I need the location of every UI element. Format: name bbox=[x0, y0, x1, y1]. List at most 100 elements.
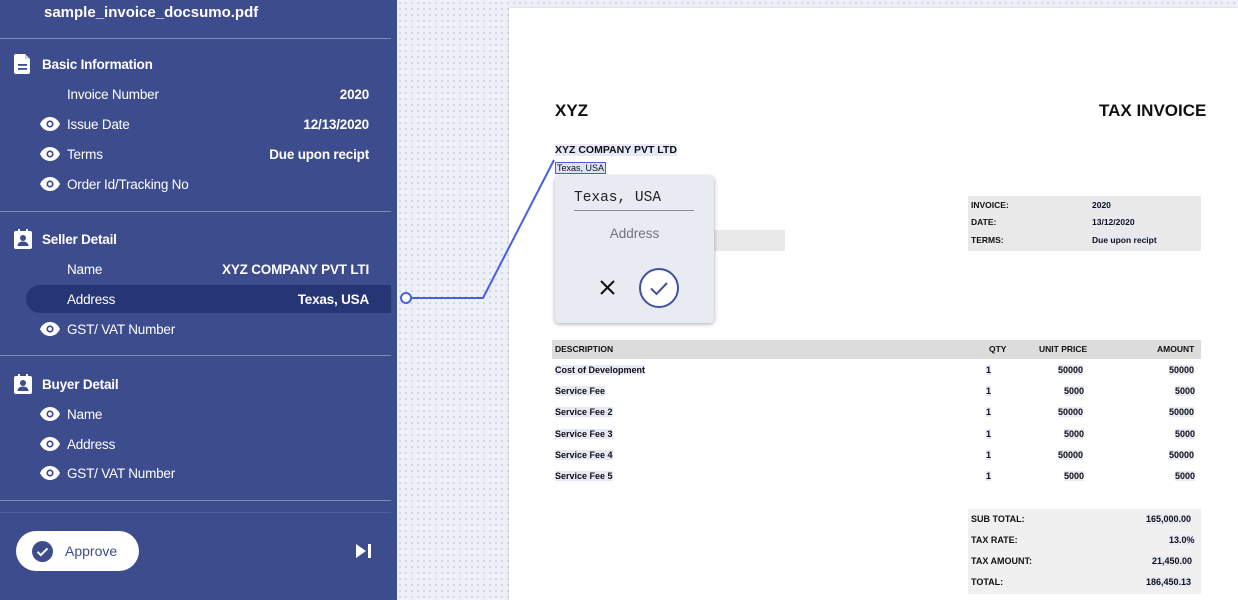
field-label: Name bbox=[67, 406, 103, 422]
section-seller-detail[interactable]: Seller Detail bbox=[14, 229, 117, 249]
item-qty[interactable]: 1 bbox=[986, 450, 992, 460]
total-label: TAX RATE: bbox=[971, 535, 1018, 545]
item-qty[interactable]: 1 bbox=[986, 429, 992, 439]
close-icon[interactable] bbox=[599, 279, 616, 296]
document-icon bbox=[14, 54, 30, 74]
item-amount[interactable]: 5000 bbox=[1175, 386, 1196, 396]
total-label: TOTAL: bbox=[971, 577, 1004, 587]
item-qty[interactable]: 1 bbox=[986, 386, 992, 396]
field-label: GST/ VAT Number bbox=[67, 321, 176, 337]
field-value: XYZ COMPANY PVT LTI bbox=[222, 261, 369, 277]
eye-icon[interactable] bbox=[40, 437, 60, 451]
meta-label: DATE: bbox=[971, 217, 997, 227]
total-label: SUB TOTAL: bbox=[971, 514, 1025, 524]
eye-icon[interactable] bbox=[40, 322, 60, 336]
field-value: Texas, USA bbox=[297, 291, 369, 307]
field-row-seller-address[interactable]: Address Texas, USA bbox=[26, 285, 391, 313]
field-connector-line bbox=[400, 159, 555, 304]
item-amount[interactable]: 50000 bbox=[1169, 407, 1195, 417]
approve-label: Approve bbox=[65, 543, 118, 559]
eye-icon[interactable] bbox=[40, 147, 60, 161]
divider bbox=[0, 500, 391, 501]
item-qty[interactable]: 1 bbox=[986, 407, 992, 417]
field-label: Name bbox=[67, 261, 103, 277]
check-circle-icon bbox=[32, 540, 53, 562]
contact-icon bbox=[14, 229, 32, 249]
eye-icon[interactable] bbox=[40, 466, 60, 480]
eye-icon[interactable] bbox=[40, 407, 60, 421]
field-label: Address bbox=[67, 436, 116, 452]
field-label: Order Id/Tracking No bbox=[67, 176, 189, 192]
item-unit-price[interactable]: 50000 bbox=[1058, 450, 1084, 460]
field-edit-popup: Address bbox=[555, 176, 714, 323]
item-unit-price[interactable]: 5000 bbox=[1064, 471, 1085, 481]
item-amount[interactable]: 5000 bbox=[1175, 471, 1196, 481]
section-title: Basic Information bbox=[42, 56, 153, 72]
field-row-buyer-name[interactable]: Name bbox=[26, 400, 391, 428]
company-short: XYZ bbox=[555, 101, 589, 120]
field-row-buyer-gst[interactable]: GST/ VAT Number bbox=[26, 459, 391, 487]
item-qty[interactable]: 1 bbox=[986, 365, 992, 375]
field-row-seller-name[interactable]: Name XYZ COMPANY PVT LTI bbox=[26, 255, 391, 283]
field-row-order-id[interactable]: Order Id/Tracking No bbox=[26, 170, 391, 198]
col-amount: AMOUNT bbox=[1157, 344, 1195, 354]
item-amount[interactable]: 50000 bbox=[1169, 450, 1195, 460]
review-sidebar: sample_invoice_docsumo.pdf Basic Informa… bbox=[0, 0, 397, 600]
meta-value[interactable]: 2020 bbox=[1092, 200, 1111, 210]
section-basic-information[interactable]: Basic Information bbox=[14, 54, 153, 74]
total-label: TAX AMOUNT: bbox=[971, 556, 1032, 566]
file-name: sample_invoice_docsumo.pdf bbox=[44, 4, 259, 21]
divider bbox=[0, 211, 391, 212]
field-value: 12/13/2020 bbox=[303, 116, 369, 132]
divider bbox=[0, 38, 391, 39]
item-qty[interactable]: 1 bbox=[986, 471, 992, 481]
blank-box bbox=[712, 230, 785, 251]
eye-icon[interactable] bbox=[40, 117, 60, 131]
item-unit-price[interactable]: 50000 bbox=[1058, 365, 1084, 375]
item-description[interactable]: Service Fee 3 bbox=[555, 429, 613, 439]
total-value[interactable]: 165,000.00 bbox=[1146, 514, 1192, 524]
item-description[interactable]: Service Fee 4 bbox=[555, 450, 613, 460]
item-amount[interactable]: 50000 bbox=[1169, 365, 1195, 375]
col-unit-price: UNIT PRICE bbox=[1039, 344, 1088, 354]
total-value[interactable]: 186,450.13 bbox=[1146, 577, 1192, 587]
field-label: GST/ VAT Number bbox=[67, 465, 176, 481]
divider bbox=[0, 355, 391, 356]
meta-label: INVOICE: bbox=[971, 200, 1009, 210]
field-row-buyer-address[interactable]: Address bbox=[26, 430, 391, 458]
item-unit-price[interactable]: 50000 bbox=[1058, 407, 1084, 417]
meta-value[interactable]: 13/12/2020 bbox=[1092, 217, 1135, 227]
col-qty: QTY bbox=[989, 344, 1007, 354]
item-description[interactable]: Service Fee 5 bbox=[555, 471, 613, 481]
field-label: Terms bbox=[67, 146, 103, 162]
doc-title: TAX INVOICE bbox=[1099, 101, 1207, 120]
field-row-issue-date[interactable]: Issue Date 12/13/2020 bbox=[26, 110, 391, 138]
field-value: Due upon recipt bbox=[269, 146, 369, 162]
field-value-input[interactable] bbox=[574, 186, 694, 211]
item-description[interactable]: Service Fee bbox=[555, 386, 606, 396]
approve-button[interactable]: Approve bbox=[16, 531, 139, 571]
divider bbox=[0, 512, 391, 513]
field-value: 2020 bbox=[339, 86, 369, 102]
item-description[interactable]: Cost of Development bbox=[555, 365, 646, 375]
eye-icon[interactable] bbox=[40, 177, 60, 191]
col-description: DESCRIPTION bbox=[555, 344, 614, 354]
confirm-button[interactable] bbox=[639, 268, 679, 308]
section-title: Seller Detail bbox=[42, 231, 117, 247]
meta-value[interactable]: Due upon recipt bbox=[1092, 235, 1157, 245]
skip-next-icon[interactable] bbox=[355, 544, 373, 558]
field-label: Issue Date bbox=[67, 116, 130, 132]
check-icon bbox=[650, 282, 668, 296]
field-name-label: Address bbox=[609, 226, 660, 241]
section-buyer-detail[interactable]: Buyer Detail bbox=[14, 374, 119, 394]
item-description[interactable]: Service Fee 2 bbox=[555, 407, 613, 417]
total-value[interactable]: 21,450.00 bbox=[1152, 556, 1193, 566]
item-unit-price[interactable]: 5000 bbox=[1064, 386, 1085, 396]
item-unit-price[interactable]: 5000 bbox=[1064, 429, 1085, 439]
total-value[interactable]: 13.0% bbox=[1169, 535, 1195, 545]
field-row-terms[interactable]: Terms Due upon recipt bbox=[26, 140, 391, 168]
item-amount[interactable]: 5000 bbox=[1175, 429, 1196, 439]
field-row-seller-gst[interactable]: GST/ VAT Number bbox=[26, 315, 391, 343]
contact-icon bbox=[14, 374, 32, 394]
field-row-invoice-number[interactable]: Invoice Number 2020 bbox=[26, 80, 391, 108]
